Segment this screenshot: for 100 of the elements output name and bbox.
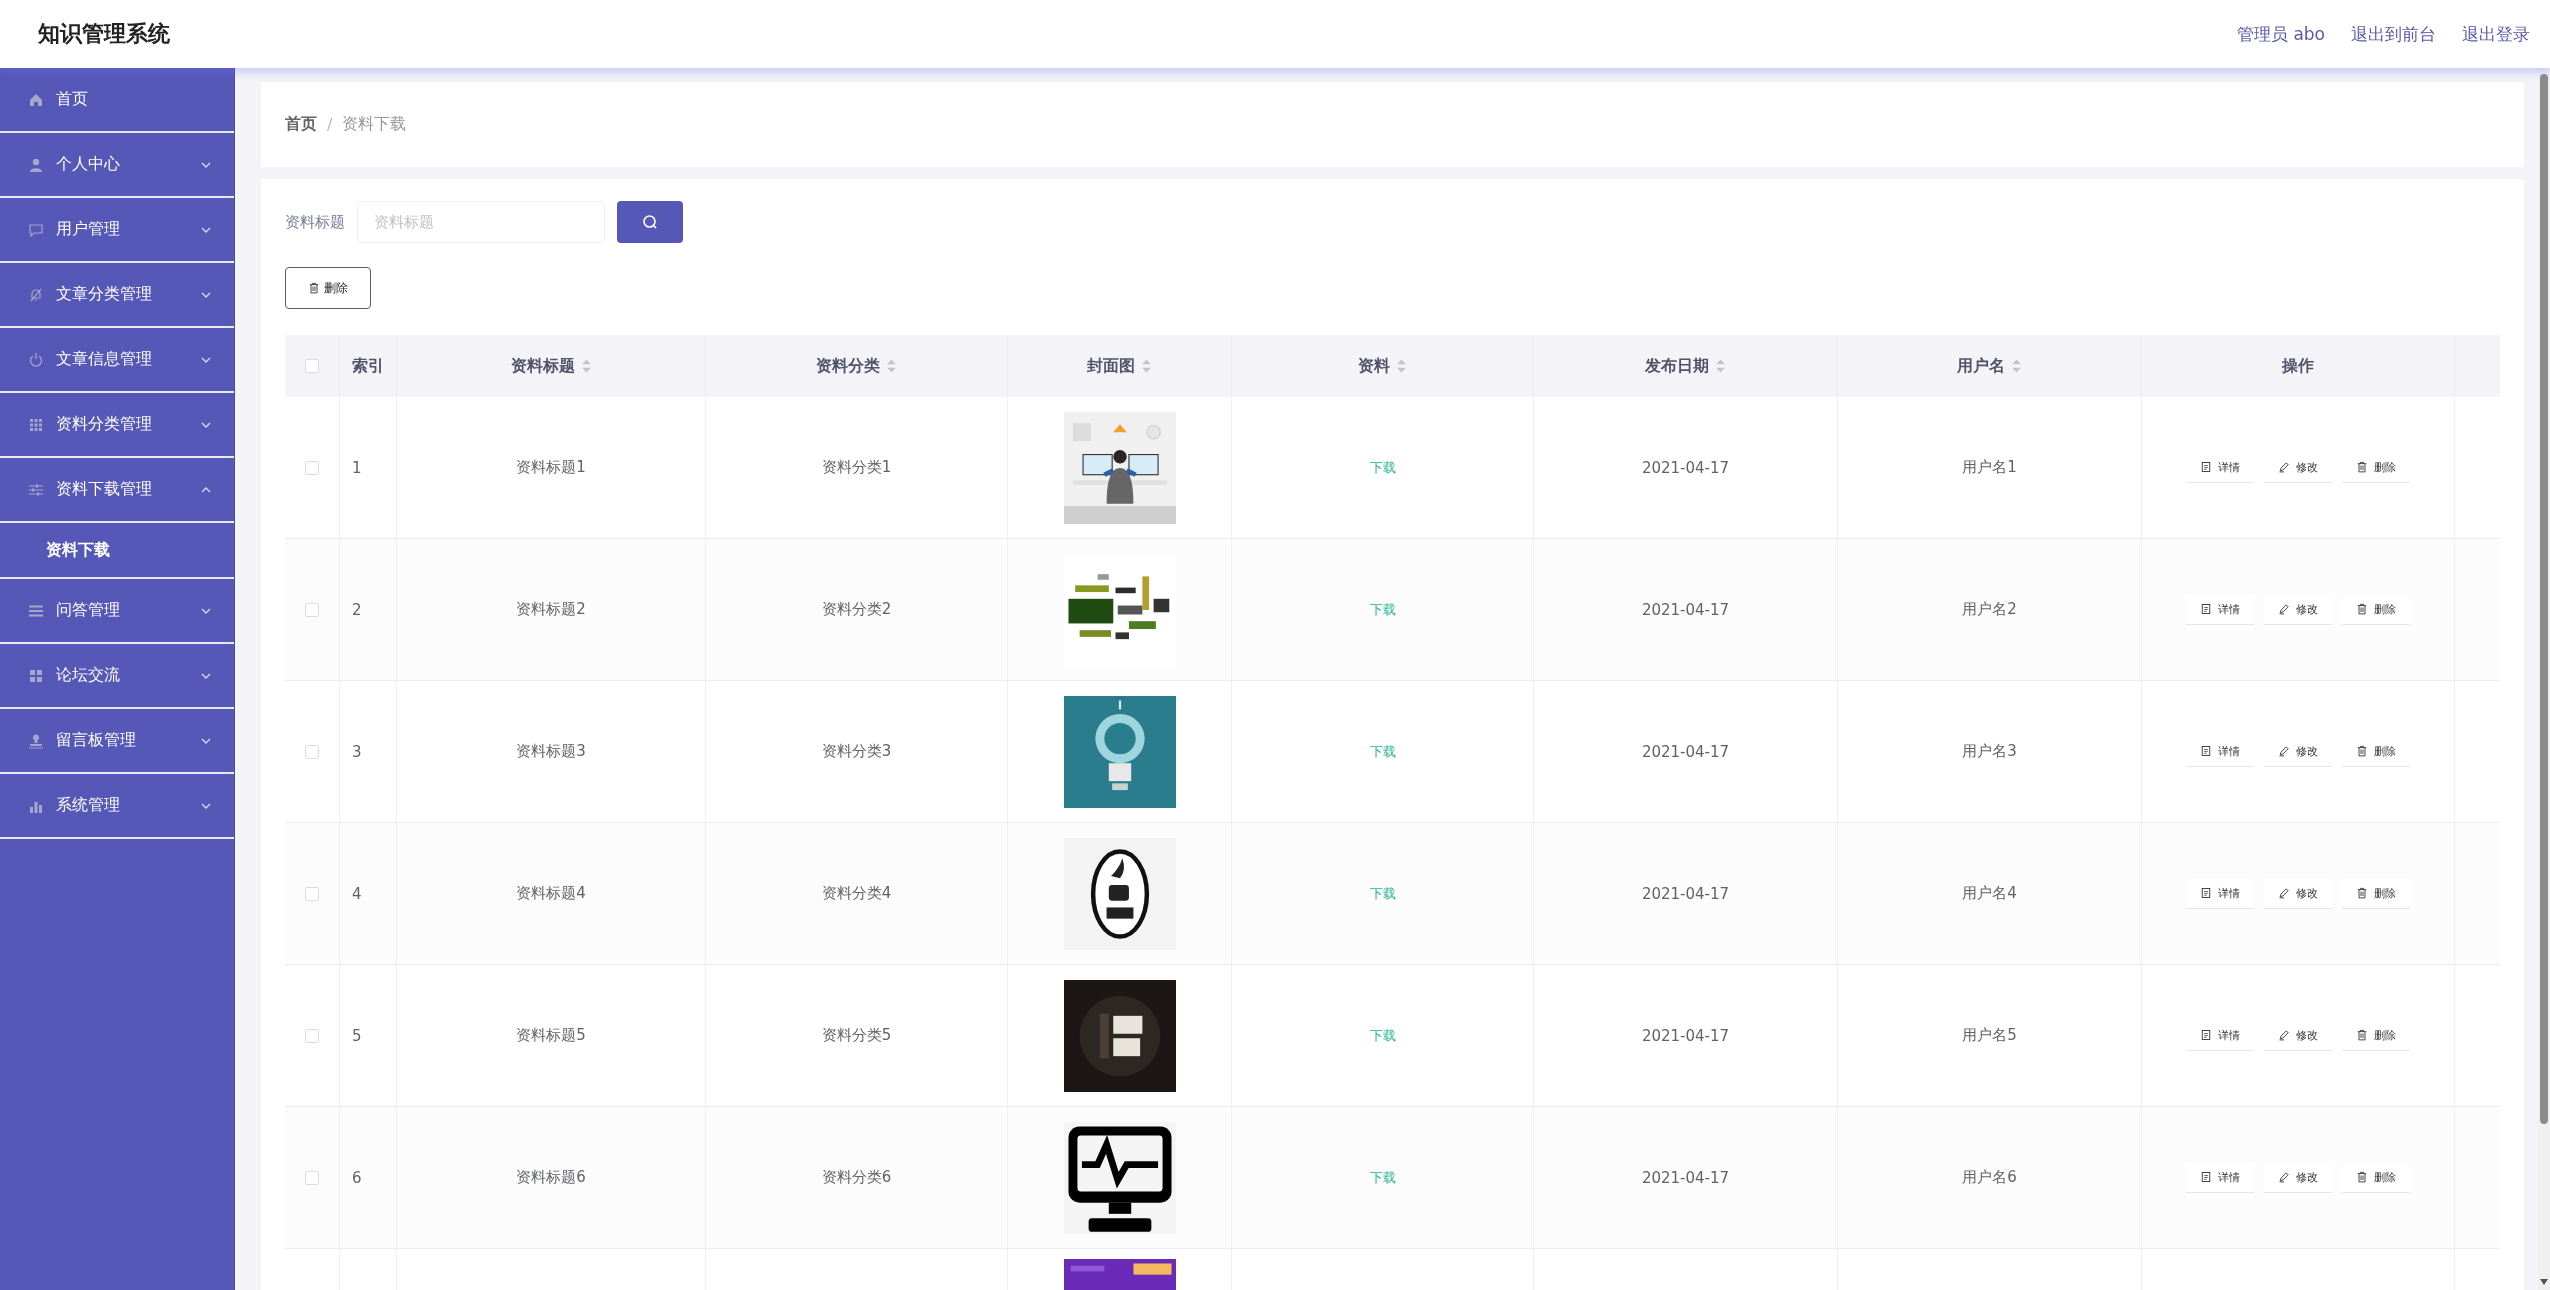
sidebar-item[interactable]: 论坛交流 <box>0 644 234 709</box>
table-cell: 资料标题5 <box>516 1026 586 1045</box>
table-cell: 2 <box>352 600 362 619</box>
header-link[interactable]: 管理员 abo <box>2237 22 2325 46</box>
sidebar-subitem[interactable]: 资料下载 <box>0 523 234 579</box>
table-cell: 2021-04-17 <box>1641 1026 1730 1045</box>
sort-icon[interactable] <box>886 357 897 375</box>
pencil-icon <box>2278 745 2290 757</box>
sidebar-item[interactable]: 首页 <box>0 68 234 133</box>
scrollbar-thumb[interactable] <box>2540 74 2548 1124</box>
trash-icon <box>2356 461 2368 473</box>
document-icon <box>2200 1171 2212 1183</box>
table-cell: 2021-04-17 <box>1641 1168 1730 1187</box>
table-cell: 用户名2 <box>1962 600 2017 619</box>
column-header: 资料 <box>1358 355 1390 377</box>
table-cell: 用户名6 <box>1962 1168 2017 1187</box>
select-all-checkbox[interactable] <box>305 359 319 373</box>
table-cell: 2021-04-17 <box>1641 884 1730 903</box>
power-icon <box>28 351 44 368</box>
row-checkbox[interactable] <box>305 886 319 901</box>
home-icon <box>28 91 44 108</box>
sidebar-item[interactable]: 系统管理 <box>0 774 234 839</box>
sidebar-item[interactable]: 文章分类管理 <box>0 263 234 328</box>
table-cell: 资料分类2 <box>821 600 892 619</box>
user-icon <box>28 156 44 173</box>
table-cell: 1 <box>352 458 362 477</box>
sort-icon[interactable] <box>1715 357 1726 375</box>
column-header: 封面图 <box>1087 355 1135 377</box>
stamp-icon <box>28 732 44 749</box>
search-field[interactable]: 资料标题 <box>357 201 605 243</box>
row-checkbox[interactable] <box>305 602 319 617</box>
pencil-icon <box>2278 603 2290 615</box>
sidebar-item[interactable]: 文章信息管理 <box>0 328 234 393</box>
table-cell: 资料分类1 <box>821 458 892 477</box>
table-cell: 6 <box>352 1168 362 1187</box>
trash-icon <box>2356 603 2368 615</box>
grid-icon <box>28 416 44 433</box>
trash-icon <box>308 282 320 294</box>
column-header: 资料标题 <box>510 355 575 377</box>
sidebar-item[interactable]: 留言板管理 <box>0 709 234 774</box>
document-icon <box>2200 461 2212 473</box>
column-header: 发布日期 <box>1645 355 1709 377</box>
row-checkbox[interactable] <box>305 1170 319 1185</box>
table-cell: 资料分类5 <box>821 1026 892 1045</box>
trash-icon <box>2356 887 2368 899</box>
header-link[interactable]: 退出到前台 <box>2351 22 2436 46</box>
column-header: 用户名 <box>1957 355 2005 377</box>
table-cell: 用户名5 <box>1962 1026 2017 1045</box>
column-header: 索引 <box>352 355 384 377</box>
pencil-icon <box>2278 1029 2290 1041</box>
column-header: 资料分类 <box>816 355 880 377</box>
document-icon <box>2200 1029 2212 1041</box>
sidebar-item[interactable]: 资料下载管理 <box>0 458 234 523</box>
tiles-icon <box>28 667 44 684</box>
breadcrumb-link[interactable]: 首页 <box>285 114 317 135</box>
delete-button[interactable]: 删除 <box>285 267 371 309</box>
row-checkbox[interactable] <box>305 744 319 759</box>
table-cell: 用户名3 <box>1962 742 2017 761</box>
sort-icon[interactable] <box>2011 357 2022 375</box>
row-checkbox[interactable] <box>305 1028 319 1043</box>
trash-icon <box>2356 1171 2368 1183</box>
table-cell: 资料标题3 <box>516 742 586 761</box>
table-cell: 2021-04-17 <box>1641 458 1730 477</box>
table-cell: 资料标题1 <box>516 458 586 477</box>
pencil-icon <box>2278 887 2290 899</box>
pencil-icon <box>2278 1171 2290 1183</box>
table-cell: 资料标题6 <box>516 1168 586 1187</box>
sidebar-item[interactable]: 问答管理 <box>0 579 234 644</box>
search-icon <box>642 214 658 230</box>
table-cell: 资料分类3 <box>821 742 892 761</box>
sort-icon[interactable] <box>1141 357 1152 375</box>
scrollbar[interactable] <box>2538 68 2550 1290</box>
trash-icon <box>2356 1029 2368 1041</box>
breadcrumb-current: 资料下载 <box>342 114 407 135</box>
document-icon <box>2200 887 2212 899</box>
sort-icon[interactable] <box>580 357 592 375</box>
sidebar-item[interactable]: 用户管理 <box>0 198 234 263</box>
table-cell: 资料标题2 <box>516 600 586 619</box>
search-label: 资料标题 <box>285 212 345 232</box>
sidebar-item[interactable]: 资料分类管理 <box>0 393 234 458</box>
header-link[interactable]: 退出登录 <box>2462 22 2530 46</box>
bell-icon <box>28 286 44 303</box>
table-cell: 2021-04-17 <box>1641 600 1730 619</box>
document-icon <box>2200 603 2212 615</box>
breadcrumb-separator: / <box>327 115 333 134</box>
table-cell: 4 <box>352 884 362 903</box>
message-icon <box>28 221 44 238</box>
trash-icon <box>2356 745 2368 757</box>
search-button[interactable] <box>617 201 683 243</box>
table-cell: 5 <box>352 1026 362 1045</box>
row-checkbox[interactable] <box>305 460 319 475</box>
table-cell: 3 <box>352 742 362 761</box>
sort-icon[interactable] <box>1396 357 1407 375</box>
table-cell: 用户名4 <box>1962 884 2017 903</box>
app-title: 知识管理系统 <box>38 20 170 48</box>
table-cell: 资料分类6 <box>821 1168 892 1187</box>
sidebar-item[interactable]: 个人中心 <box>0 133 234 198</box>
column-header: 操作 <box>2282 355 2314 377</box>
pencil-icon <box>2278 461 2290 473</box>
scroll-down-icon[interactable] <box>2539 1278 2549 1286</box>
